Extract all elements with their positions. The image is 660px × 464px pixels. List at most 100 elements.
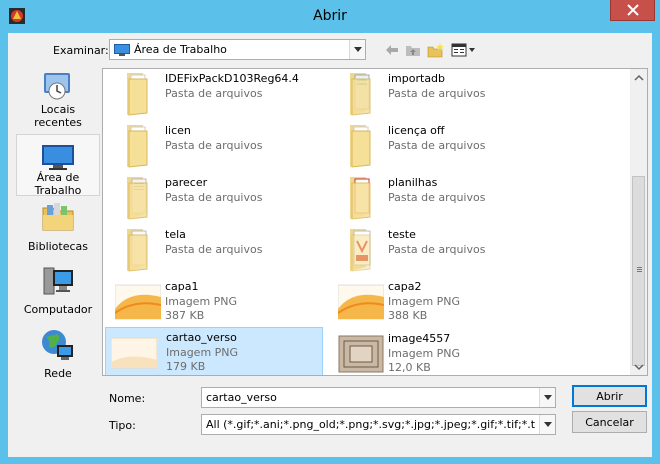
scroll-up-icon[interactable] — [631, 72, 647, 84]
desktop-icon — [42, 145, 74, 170]
list-item[interactable]: image4557 Imagem PNG 12,0 KB — [334, 329, 552, 375]
cancel-button[interactable]: Cancelar — [572, 411, 647, 433]
place-network[interactable]: Rede — [16, 329, 100, 391]
place-libraries[interactable]: Bibliotecas — [16, 202, 100, 264]
file-type: Imagem PNG — [166, 346, 239, 359]
filename-dropdown-arrow[interactable] — [539, 388, 555, 407]
pdf-folder-icon — [350, 229, 371, 272]
file-type: Pasta de arquivos — [165, 191, 263, 204]
folder-icon — [350, 73, 371, 116]
file-size: 388 KB — [388, 309, 428, 322]
file-name: parecer — [165, 176, 208, 189]
network-icon — [42, 330, 73, 360]
place-recent-label: Locais recentes — [34, 103, 82, 129]
file-type: Imagem PNG — [165, 295, 238, 308]
place-network-label: Rede — [44, 367, 72, 380]
file-name: licen — [165, 124, 191, 137]
list-item[interactable]: teste Pasta de arquivos — [334, 225, 552, 275]
list-item[interactable]: parecer Pasta de arquivos — [111, 173, 329, 223]
window-title: Abrir — [313, 8, 347, 24]
folder-icon — [127, 125, 148, 168]
folder-icon — [127, 229, 148, 272]
filename-value: cartao_verso — [206, 391, 277, 404]
back-arrow-icon[interactable] — [385, 42, 399, 58]
folder-icon — [350, 125, 371, 168]
list-item[interactable]: tela Pasta de arquivos — [111, 225, 329, 275]
file-type: Pasta de arquivos — [388, 139, 486, 152]
image-thumbnail-icon — [115, 284, 161, 320]
folder-icon — [127, 73, 148, 116]
places-bar: Locais recentes Área de Trabalho Bibliot… — [16, 69, 100, 387]
place-computer[interactable]: Computador — [16, 265, 100, 327]
desktop-small-icon — [114, 43, 130, 56]
filename-input[interactable]: cartao_verso — [201, 387, 556, 408]
filename-label: Nome: — [109, 392, 146, 405]
list-item[interactable]: capa1 Imagem PNG 387 KB — [111, 277, 329, 327]
place-desktop-label: Área de Trabalho — [34, 171, 82, 197]
dialog-body: Examinar: Área de Trabalho Locais recent… — [8, 33, 652, 457]
lookin-combo[interactable]: Área de Trabalho — [109, 39, 366, 60]
file-name: planilhas — [388, 176, 438, 189]
filetype-value: All (*.gif;*.ani;*.png_old;*.png;*.svg;*… — [206, 418, 536, 431]
file-list[interactable]: IDEFixPackD103Reg64.4 Pasta de arquivos … — [102, 68, 640, 376]
vertical-scrollbar[interactable] — [630, 68, 648, 376]
file-name: licença off — [388, 124, 445, 137]
file-size: 387 KB — [165, 309, 205, 322]
file-name: IDEFixPackD103Reg64.4 — [165, 72, 299, 85]
file-type: Imagem PNG — [388, 295, 461, 308]
file-name: teste — [388, 228, 416, 241]
up-folder-icon[interactable] — [405, 42, 421, 58]
file-type: Pasta de arquivos — [388, 243, 486, 256]
open-button[interactable]: Abrir — [572, 385, 647, 407]
filetype-label: Tipo: — [109, 419, 136, 432]
folder-icon — [127, 177, 148, 220]
place-libraries-label: Bibliotecas — [27, 240, 89, 253]
list-item-selected[interactable]: cartao_verso Imagem PNG 179 KB — [105, 327, 323, 375]
lookin-label: Examinar: — [53, 44, 109, 57]
place-computer-label: Computador — [23, 303, 93, 316]
image-thumbnail-icon — [338, 335, 384, 373]
view-menu-icon[interactable] — [451, 42, 477, 58]
lookin-dropdown-arrow[interactable] — [349, 40, 365, 59]
place-recent[interactable]: Locais recentes — [16, 69, 100, 131]
place-desktop[interactable]: Área de Trabalho — [16, 134, 100, 197]
list-item[interactable]: planilhas Pasta de arquivos — [334, 173, 552, 223]
chevron-down-icon — [543, 422, 552, 427]
scroll-down-icon[interactable] — [631, 361, 647, 373]
computer-icon — [43, 267, 73, 295]
close-icon — [626, 4, 639, 16]
close-button[interactable] — [610, 0, 655, 21]
lookin-value: Área de Trabalho — [134, 43, 227, 56]
list-item[interactable]: importadb Pasta de arquivos — [334, 69, 552, 119]
file-type: Pasta de arquivos — [388, 87, 486, 100]
scrollbar-thumb[interactable] — [632, 176, 645, 366]
file-name: importadb — [388, 72, 446, 85]
new-folder-icon[interactable] — [427, 42, 445, 58]
file-type: Pasta de arquivos — [165, 139, 263, 152]
folder-icon — [350, 177, 371, 220]
file-size: 12,0 KB — [388, 361, 431, 374]
file-type: Imagem PNG — [388, 347, 461, 360]
list-item[interactable]: licen Pasta de arquivos — [111, 121, 329, 171]
recent-places-icon — [44, 73, 70, 100]
file-name: capa1 — [165, 280, 199, 293]
list-item[interactable]: capa2 Imagem PNG 388 KB — [334, 277, 552, 327]
list-item[interactable]: IDEFixPackD103Reg64.4 Pasta de arquivos — [111, 69, 329, 119]
chevron-down-icon — [353, 47, 362, 52]
image-thumbnail-icon — [111, 337, 157, 369]
file-type: Pasta de arquivos — [165, 87, 263, 100]
title-bar: Abrir — [0, 0, 660, 33]
file-name: image4557 — [388, 332, 451, 345]
list-item[interactable]: licença off Pasta de arquivos — [334, 121, 552, 171]
file-name: tela — [165, 228, 186, 241]
file-size: 179 KB — [166, 360, 206, 373]
image-thumbnail-icon — [338, 284, 384, 320]
chevron-down-icon — [543, 395, 552, 400]
filetype-select[interactable]: All (*.gif;*.ani;*.png_old;*.png;*.svg;*… — [201, 414, 556, 435]
filetype-dropdown-arrow[interactable] — [539, 415, 555, 434]
file-type: Pasta de arquivos — [388, 191, 486, 204]
libraries-icon — [42, 203, 74, 231]
file-type: Pasta de arquivos — [165, 243, 263, 256]
file-name: cartao_verso — [166, 331, 237, 344]
file-name: capa2 — [388, 280, 422, 293]
